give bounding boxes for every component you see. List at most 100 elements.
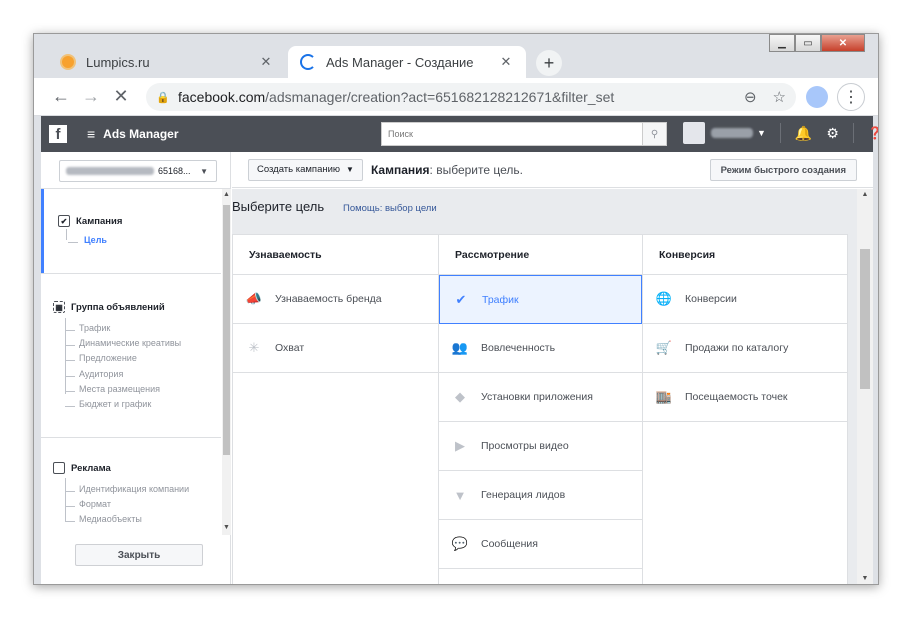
page-title: Выберите цель <box>232 199 325 214</box>
left-panel: 65168... ▼ ✔ Кампания Цель ▦ Группа объя… <box>41 152 231 584</box>
campaign-check-icon: ✔ <box>58 215 70 227</box>
profile-avatar[interactable] <box>806 86 828 108</box>
nav-item-identity[interactable]: Идентификация компании <box>41 484 221 499</box>
nav-item-offer[interactable]: Предложение <box>41 353 221 368</box>
account-id: 65168... <box>158 166 191 176</box>
scroll-up-icon[interactable]: ▲ <box>222 191 231 198</box>
box-icon: ◆ <box>455 389 465 404</box>
facebook-logo-icon[interactable]: f <box>49 125 67 143</box>
objective-traffic[interactable]: ✔ Трафик <box>439 275 642 324</box>
nav-section-campaign[interactable]: ✔ Кампания Цель <box>41 189 221 273</box>
nav-item-media[interactable]: Медиаобъекты <box>41 514 221 529</box>
bell-icon[interactable]: 🔔 <box>795 125 812 142</box>
ads-manager-app: 65168... ▼ ✔ Кампания Цель ▦ Группа объя… <box>41 152 873 584</box>
url-path: /adsmanager/creation?act=651682128212671… <box>265 89 615 105</box>
search-placeholder: Поиск <box>388 129 413 139</box>
user-avatar[interactable] <box>683 122 705 144</box>
nav-section-ad[interactable]: Реклама Идентификация компании Формат Ме… <box>41 438 221 535</box>
store-icon: 🏬 <box>655 389 673 404</box>
maximize-button[interactable]: ▭ <box>795 34 821 52</box>
lock-icon: 🔒 <box>156 91 170 104</box>
nav-item-traffic[interactable]: Трафик <box>41 323 221 338</box>
scroll-down-icon[interactable]: ▼ <box>222 524 231 531</box>
cart-icon: 🛒 <box>655 340 673 355</box>
nav-item-budget[interactable]: Бюджет и график <box>41 399 221 414</box>
search-icon[interactable]: ⚲ <box>642 123 666 145</box>
search-input[interactable]: Поиск ⚲ <box>381 122 667 146</box>
nav-item-dynamic-creative[interactable]: Динамические креативы <box>41 338 221 353</box>
bookmark-star-icon[interactable]: ☆ <box>773 88 786 106</box>
column-header: Конверсия <box>643 235 848 275</box>
objective-engagement[interactable]: 👥 Вовлеченность <box>439 324 642 373</box>
back-icon[interactable]: ← <box>46 86 76 107</box>
scroll-up-icon[interactable]: ▲ <box>857 191 873 198</box>
help-icon[interactable]: ❓ <box>868 126 878 140</box>
create-campaign-button[interactable]: Создать кампанию ▼ <box>248 158 363 181</box>
quick-creation-button[interactable]: Режим быстрого создания <box>709 159 857 181</box>
forward-icon[interactable]: → <box>76 86 106 107</box>
loading-spinner-icon <box>300 54 316 70</box>
funnel-icon: ▼ <box>453 487 467 503</box>
minimize-button[interactable]: ▁ <box>769 34 795 52</box>
column-awareness: Узнаваемость 📣 Узнаваемость бренда ✳ Охв… <box>233 235 438 584</box>
close-icon[interactable]: ✕ <box>498 54 514 70</box>
header-actions: ▼ 🔔 ⚙ ❓ <box>683 122 878 144</box>
objective-brand-awareness[interactable]: 📣 Узнаваемость бренда <box>233 275 438 324</box>
tab-title: Ads Manager - Создание <box>326 54 474 70</box>
nav-section-title[interactable]: ✔ Кампания <box>44 189 221 227</box>
menu-kebab-icon[interactable]: ⋮ <box>837 83 865 111</box>
objective-store-traffic[interactable]: 🏬 Посещаемость точек <box>643 373 848 422</box>
tab-lumpics[interactable]: Lumpics.ru ✕ <box>48 46 286 78</box>
gear-icon[interactable]: ⚙ <box>826 125 839 142</box>
breadcrumb: Кампания: выберите цель. <box>370 162 523 177</box>
megaphone-icon: 📣 <box>245 291 263 306</box>
new-tab-button[interactable]: + <box>536 50 562 76</box>
goal-area: Выберите цель Помощь: выбор цели Узнавае… <box>232 189 857 584</box>
objective-app-installs[interactable]: ◆ Установки приложения <box>439 373 642 422</box>
check-circle-icon: ✔ <box>455 291 467 307</box>
zoom-icon[interactable]: ⊖ <box>744 88 757 106</box>
column-consideration: Рассмотрение ✔ Трафик 👥 Вовлеченность ◆ … <box>438 235 643 584</box>
ad-monitor-icon <box>53 462 65 474</box>
scroll-thumb[interactable] <box>860 249 870 389</box>
nav-section-adset[interactable]: ▦ Группа объявлений Трафик Динамические … <box>41 274 221 432</box>
nav-item-format[interactable]: Формат <box>41 499 221 514</box>
chat-icon: 💬 <box>451 536 469 551</box>
scroll-thumb[interactable] <box>223 205 230 455</box>
account-name-blurred <box>66 167 154 175</box>
close-button[interactable]: Закрыть <box>75 544 203 566</box>
objective-video-views[interactable]: ▶ Просмотры видео <box>439 422 642 471</box>
chevron-down-icon[interactable]: ▼ <box>757 128 766 138</box>
nav-item-placements[interactable]: Места размещения <box>41 384 221 399</box>
header-divider <box>852 123 854 143</box>
help-link[interactable]: Помощь: выбор цели <box>343 203 437 214</box>
nav-item-goal[interactable]: Цель <box>44 235 221 250</box>
objective-conversions[interactable]: 🌐 Конверсии <box>643 275 848 324</box>
hamburger-menu-icon[interactable]: ≡ <box>87 126 95 142</box>
left-scrollbar[interactable]: ▲ ▼ <box>222 189 231 535</box>
column-header: Узнаваемость <box>233 235 438 275</box>
objective-lead-generation[interactable]: ▼ Генерация лидов <box>439 471 642 520</box>
main-content: Создать кампанию ▼ Кампания: выберите це… <box>232 152 873 584</box>
window-close-button[interactable]: ✕ <box>821 34 865 52</box>
nav-section-title[interactable]: Реклама <box>41 438 221 484</box>
column-conversion: Конверсия 🌐 Конверсии 🛒 Продажи по катал… <box>643 235 848 584</box>
tab-ads-manager[interactable]: Ads Manager - Создание ✕ <box>288 46 526 78</box>
account-selector[interactable]: 65168... ▼ <box>59 160 217 182</box>
scroll-down-icon[interactable]: ▼ <box>857 575 873 582</box>
content-scrollbar[interactable]: ▲ ▼ <box>857 189 873 584</box>
close-icon[interactable]: ✕ <box>258 54 274 70</box>
objective-grid: Узнаваемость 📣 Узнаваемость бренда ✳ Охв… <box>232 234 848 584</box>
app-title[interactable]: Ads Manager <box>103 127 178 141</box>
stop-icon[interactable]: ✕ <box>106 86 136 107</box>
nav-section-title[interactable]: ▦ Группа объявлений <box>41 274 221 323</box>
objective-messages[interactable]: 💬 Сообщения <box>439 520 642 569</box>
nav-item-audience[interactable]: Аудитория <box>41 369 221 384</box>
user-name-blurred[interactable] <box>711 128 753 138</box>
browser-window: Lumpics.ru ✕ Ads Manager - Создание ✕ + … <box>33 33 879 585</box>
video-icon: ▶ <box>455 438 465 453</box>
url-host: facebook.com <box>178 89 266 105</box>
objective-reach[interactable]: ✳ Охват <box>233 324 438 373</box>
objective-catalog-sales[interactable]: 🛒 Продажи по каталогу <box>643 324 848 373</box>
address-bar[interactable]: 🔒 facebook.com/adsmanager/creation?act=6… <box>146 83 796 111</box>
